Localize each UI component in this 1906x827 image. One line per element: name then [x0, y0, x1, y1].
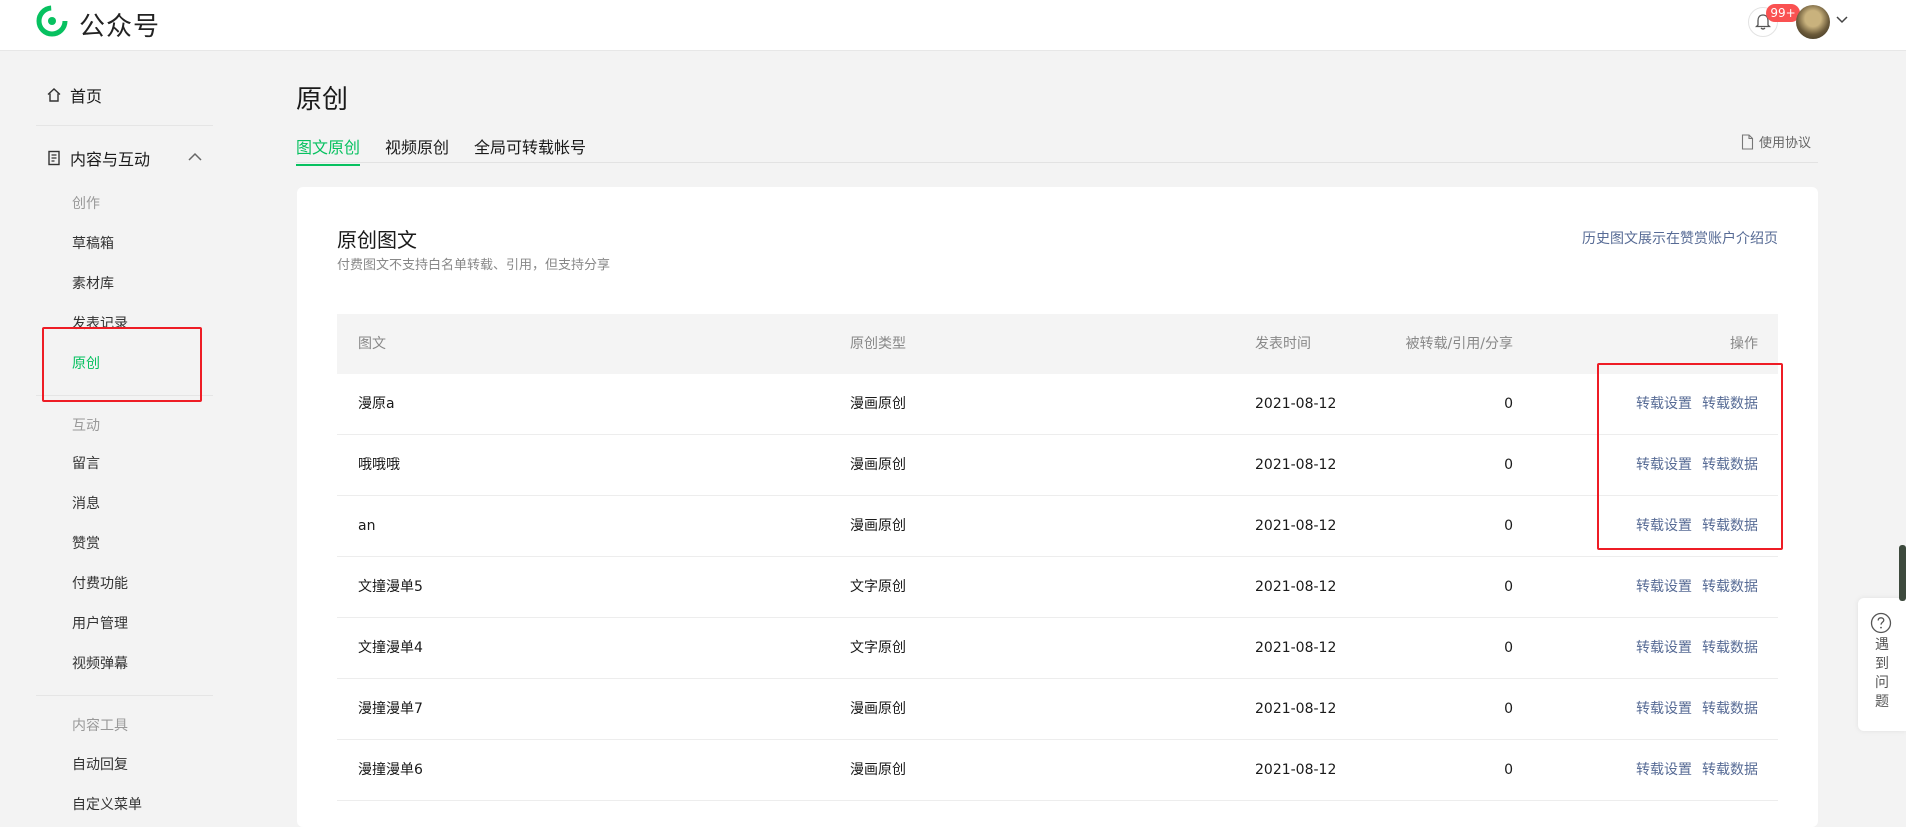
chevron-up-icon[interactable] [188, 152, 202, 161]
avatar[interactable] [1796, 5, 1830, 39]
table-row: 漫原a 漫画原创 2021-08-12 0 转载设置 转载数据 [337, 374, 1778, 435]
card-subtitle: 付费图文不支持白名单转载、引用，但支持分享 [337, 258, 611, 273]
repost-data-link[interactable]: 转载数据 [1702, 579, 1758, 595]
row-actions: 转载设置 转载数据 [1636, 618, 1758, 678]
publish-date: 2021-08-12 [1255, 579, 1337, 595]
repost-count: 0 [1504, 396, 1513, 412]
repost-count: 0 [1504, 762, 1513, 778]
help-label: 遇到问题 [1875, 637, 1889, 710]
repost-count: 0 [1504, 518, 1513, 534]
column-header-type: 原创类型 [850, 336, 906, 352]
repost-settings-link[interactable]: 转载设置 [1636, 762, 1692, 778]
table-body: 漫原a 漫画原创 2021-08-12 0 转载设置 转载数据 哦哦哦 漫画原创 … [337, 374, 1778, 801]
table-row: 文撞漫单4 文字原创 2021-08-12 0 转载设置 转载数据 [337, 618, 1778, 679]
sidebar-item-materials[interactable]: 素材库 [72, 273, 114, 293]
original-type: 漫画原创 [850, 396, 906, 412]
help-widget[interactable]: 遇到问题 [1858, 598, 1906, 731]
highlight-box [1597, 363, 1783, 550]
table-row: 漫撞漫单6 漫画原创 2021-08-12 0 转载设置 转载数据 [337, 740, 1778, 801]
repost-settings-link[interactable]: 转载设置 [1636, 701, 1692, 717]
sidebar-divider [36, 125, 213, 126]
question-icon [1870, 612, 1892, 634]
sidebar-item-home[interactable]: 首页 [46, 83, 102, 107]
sidebar-item-drafts[interactable]: 草稿箱 [72, 233, 114, 253]
sidebar-group-create: 创作 [72, 196, 100, 212]
sidebar-item-home-label: 首页 [70, 87, 103, 106]
repost-data-link[interactable]: 转载数据 [1702, 701, 1758, 717]
document-icon [1741, 133, 1754, 150]
sidebar-item-custom-menu[interactable]: 自定义菜单 [72, 794, 142, 814]
wechat-mp-logo-icon[interactable] [36, 5, 68, 37]
document-icon [48, 150, 60, 166]
row-actions: 转载设置 转载数据 [1636, 740, 1758, 800]
publish-date: 2021-08-12 [1255, 762, 1337, 778]
repost-data-link[interactable]: 转载数据 [1702, 640, 1758, 656]
publish-date: 2021-08-12 [1255, 701, 1337, 717]
sidebar-section-content-label: 内容与互动 [70, 150, 151, 169]
history-display-link[interactable]: 历史图文展示在赞赏账户介绍页 [1582, 228, 1778, 248]
article-title: 文撞漫单4 [358, 640, 423, 656]
tabs-divider [296, 162, 1818, 163]
publish-date: 2021-08-12 [1255, 518, 1337, 534]
original-type: 漫画原创 [850, 457, 906, 473]
page-title: 原创 [296, 85, 349, 115]
brand-name[interactable]: 公众号 [79, 6, 160, 43]
row-actions: 转载设置 转载数据 [1636, 557, 1758, 617]
article-title: 哦哦哦 [358, 457, 400, 473]
article-title: 漫原a [358, 396, 395, 412]
table-row: an 漫画原创 2021-08-12 0 转载设置 转载数据 [337, 496, 1778, 557]
sidebar-group-interaction: 互动 [72, 418, 100, 434]
table-row: 哦哦哦 漫画原创 2021-08-12 0 转载设置 转载数据 [337, 435, 1778, 496]
sidebar-item-comments[interactable]: 留言 [72, 453, 100, 473]
publish-date: 2021-08-12 [1255, 457, 1337, 473]
notification-count-badge: 99+ [1766, 4, 1800, 22]
agreement-link[interactable]: 使用协议 [1741, 132, 1811, 151]
table-row: 漫撞漫单7 漫画原创 2021-08-12 0 转载设置 转载数据 [337, 679, 1778, 740]
original-articles-card: 原创图文 付费图文不支持白名单转载、引用，但支持分享 历史图文展示在赞赏账户介绍… [297, 187, 1818, 827]
chevron-down-icon[interactable] [1836, 16, 1848, 24]
sidebar-group-content-tools: 内容工具 [72, 718, 128, 734]
sidebar-item-messages[interactable]: 消息 [72, 493, 100, 513]
repost-settings-link[interactable]: 转载设置 [1636, 640, 1692, 656]
column-header-article: 图文 [358, 336, 386, 352]
table-header: 图文 原创类型 发表时间 被转载/引用/分享 操作 [337, 314, 1778, 374]
original-type: 文字原创 [850, 640, 906, 656]
article-title: 漫撞漫单6 [358, 762, 423, 778]
article-title: 漫撞漫单7 [358, 701, 423, 717]
repost-count: 0 [1504, 640, 1513, 656]
top-bar: 公众号 99+ [0, 0, 1906, 51]
table-row: 文撞漫单5 文字原创 2021-08-12 0 转载设置 转载数据 [337, 557, 1778, 618]
repost-data-link[interactable]: 转载数据 [1702, 762, 1758, 778]
highlight-box [42, 327, 202, 402]
original-type: 文字原创 [850, 579, 906, 595]
sidebar-divider [36, 695, 213, 696]
row-actions: 转载设置 转载数据 [1636, 679, 1758, 739]
article-title: an [358, 518, 376, 534]
repost-settings-link[interactable]: 转载设置 [1636, 579, 1692, 595]
sidebar-item-auto-reply[interactable]: 自动回复 [72, 754, 128, 774]
repost-count: 0 [1504, 579, 1513, 595]
sidebar: 首页 内容与互动 创作 草稿箱 素材库 发表记录 原创 互动 留言 消息 赞赏 … [0, 51, 260, 813]
card-title: 原创图文 [337, 228, 417, 252]
sidebar-item-video-danmaku[interactable]: 视频弹幕 [72, 653, 128, 673]
sidebar-item-user-management[interactable]: 用户管理 [72, 613, 128, 633]
home-icon [47, 88, 61, 102]
repost-count: 0 [1504, 701, 1513, 717]
publish-date: 2021-08-12 [1255, 640, 1337, 656]
publish-date: 2021-08-12 [1255, 396, 1337, 412]
repost-count: 0 [1504, 457, 1513, 473]
column-header-date: 发表时间 [1255, 336, 1311, 352]
original-type: 漫画原创 [850, 518, 906, 534]
sidebar-item-appreciation[interactable]: 赞赏 [72, 533, 100, 553]
sidebar-section-content[interactable]: 内容与互动 [46, 146, 150, 170]
article-title: 文撞漫单5 [358, 579, 423, 595]
original-type: 漫画原创 [850, 762, 906, 778]
agreement-label: 使用协议 [1759, 136, 1812, 151]
column-header-repost-count: 被转载/引用/分享 [1405, 336, 1513, 352]
scrollbar-thumb[interactable] [1899, 545, 1906, 601]
original-type: 漫画原创 [850, 701, 906, 717]
sidebar-item-paid-features[interactable]: 付费功能 [72, 573, 128, 593]
